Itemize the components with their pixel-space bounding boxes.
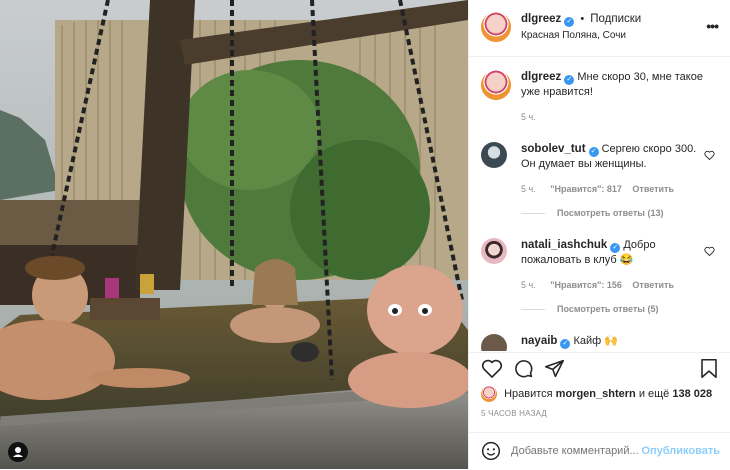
reply-button[interactable]: Ответить <box>632 280 674 290</box>
verified-icon: ✓ <box>610 243 621 253</box>
hot-tub-photo <box>0 0 468 469</box>
more-dots-icon[interactable]: ••• <box>706 18 719 34</box>
comment-avatar[interactable] <box>481 334 507 351</box>
comment-avatar[interactable] <box>481 238 507 264</box>
comment-username[interactable]: nayaib <box>521 335 557 347</box>
view-replies-button[interactable]: Посмотреть ответы (13) <box>521 208 719 218</box>
like-heart-icon[interactable] <box>704 150 715 163</box>
comment-item: natali_iashchuk ✓ Добро пожаловать в клуб… <box>481 238 719 314</box>
post-dialog: dlgreez ✓ • Подписки Красная Поляна, Сочи… <box>0 0 730 469</box>
liker-avatar[interactable] <box>481 386 497 402</box>
add-comment-bar: Опубликовать <box>469 432 730 470</box>
author-avatar[interactable] <box>481 12 511 42</box>
verified-icon: ✓ <box>588 147 599 157</box>
likes-count[interactable]: 138 028 <box>672 388 712 400</box>
heart-icon[interactable] <box>481 358 503 381</box>
separator-dot: • <box>580 13 585 25</box>
liker-username[interactable]: morgen_shtern <box>556 388 636 400</box>
like-heart-icon[interactable] <box>704 246 715 259</box>
comment-likes[interactable]: "Нравится": 156 <box>550 280 622 290</box>
comment-likes[interactable]: "Нравится": 817 <box>550 184 622 194</box>
comment-username[interactable]: sobolev_tut <box>521 143 586 155</box>
comment-time[interactable]: 5 ч. <box>521 280 536 290</box>
caption-avatar[interactable] <box>481 70 511 100</box>
verified-icon: ✓ <box>564 75 575 85</box>
likes-summary: Нравится morgen_shtern и ещё 138 028 <box>481 386 726 402</box>
author-username[interactable]: dlgreez <box>521 13 561 25</box>
comment-icon[interactable] <box>513 358 534 382</box>
share-icon[interactable] <box>544 358 565 382</box>
post-header: dlgreez ✓ • Подписки Красная Поляна, Сочи… <box>469 0 730 57</box>
user-tag-icon[interactable] <box>8 442 28 462</box>
follow-status-button[interactable]: Подписки <box>590 13 641 25</box>
caption: dlgreez ✓ Мне скоро 30, мне такое уже нра… <box>481 70 711 122</box>
save-bookmark-icon[interactable] <box>700 358 718 382</box>
post-photo[interactable] <box>0 0 468 469</box>
reply-button[interactable]: Ответить <box>632 184 674 194</box>
comment-username[interactable]: natali_iashchuk <box>521 239 607 251</box>
verified-icon: ✓ <box>564 17 575 27</box>
replies-line <box>521 309 545 311</box>
comment-time[interactable]: 5 ч. <box>521 184 536 194</box>
view-replies-button[interactable]: Посмотреть ответы (5) <box>521 304 719 314</box>
action-bar <box>469 352 730 381</box>
verified-icon: ✓ <box>560 339 571 349</box>
likes-prefix: Нравится <box>504 387 553 400</box>
post-location[interactable]: Красная Поляна, Сочи <box>521 30 626 41</box>
replies-line <box>521 213 545 215</box>
comment-avatar[interactable] <box>481 142 507 168</box>
comment-item: nayaib ✓ Кайф 🙌 <box>481 334 719 351</box>
comment-item: sobolev_tut ✓ Сергею скоро 300. Он думает… <box>481 142 719 218</box>
likes-connector: и ещё <box>638 387 670 400</box>
comment-text: Кайф 🙌 <box>573 335 618 347</box>
publish-button[interactable]: Опубликовать <box>641 445 720 457</box>
comment-input[interactable] <box>511 442 641 460</box>
emoji-icon[interactable] <box>481 441 501 464</box>
caption-time[interactable]: 5 ч. <box>521 112 711 122</box>
post-side-panel: dlgreez ✓ • Подписки Красная Поляна, Сочи… <box>468 0 730 469</box>
post-time-ago[interactable]: 5 ЧАСОВ НАЗАД <box>481 409 547 418</box>
caption-username[interactable]: dlgreez <box>521 71 561 83</box>
